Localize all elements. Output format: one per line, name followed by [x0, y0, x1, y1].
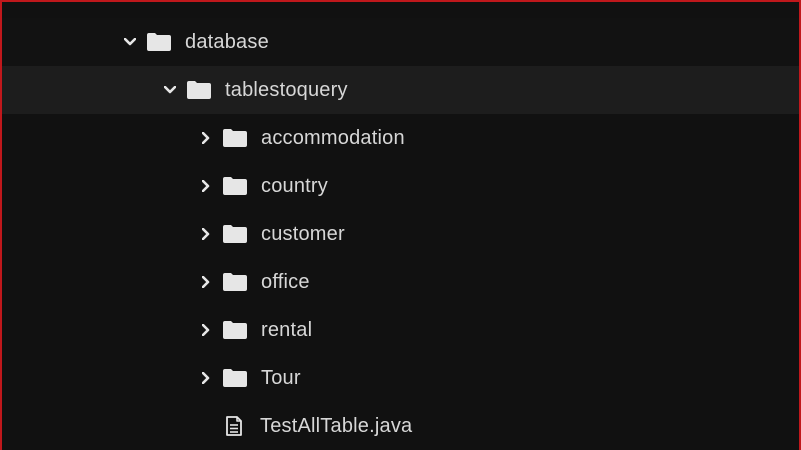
tree-item-accommodation[interactable]: accommodation: [2, 114, 799, 162]
folder-icon: [223, 369, 247, 387]
tree-item-tour[interactable]: Tour: [2, 354, 799, 402]
tree-item-rental[interactable]: rental: [2, 306, 799, 354]
tree-item-tablestoquery[interactable]: tablestoquery: [2, 66, 799, 114]
chevron-right-icon[interactable]: [199, 275, 213, 289]
file-tree: database tablestoquery accommodation cou…: [2, 18, 799, 450]
folder-icon: [223, 225, 247, 243]
folder-icon: [223, 321, 247, 339]
tree-item-label: Tour: [261, 366, 301, 389]
tree-item-label: database: [185, 30, 269, 53]
tree-item-label: office: [261, 270, 310, 293]
tree-item-label: country: [261, 174, 328, 197]
chevron-down-icon[interactable]: [163, 83, 177, 97]
tree-item-country[interactable]: country: [2, 162, 799, 210]
folder-icon: [187, 81, 211, 99]
folder-icon: [223, 273, 247, 291]
chevron-right-icon[interactable]: [199, 227, 213, 241]
file-icon: [223, 415, 245, 437]
chevron-right-icon[interactable]: [199, 371, 213, 385]
file-explorer-panel: database tablestoquery accommodation cou…: [0, 0, 801, 450]
folder-icon: [223, 129, 247, 147]
chevron-down-icon[interactable]: [123, 35, 137, 49]
tree-item-label: rental: [261, 318, 313, 341]
chevron-right-icon[interactable]: [199, 179, 213, 193]
tree-item-label: TestAllTable.java: [260, 414, 413, 437]
tree-item-label: accommodation: [261, 126, 405, 149]
chevron-right-icon[interactable]: [199, 323, 213, 337]
tree-item-label: customer: [261, 222, 345, 245]
tree-item-customer[interactable]: customer: [2, 210, 799, 258]
chevron-right-icon[interactable]: [199, 131, 213, 145]
tree-item-office[interactable]: office: [2, 258, 799, 306]
tree-item-database[interactable]: database: [2, 18, 799, 66]
folder-icon: [147, 33, 171, 51]
tree-item-testalltable-java[interactable]: TestAllTable.java: [2, 402, 799, 450]
folder-icon: [223, 177, 247, 195]
tree-item-label: tablestoquery: [225, 78, 348, 101]
